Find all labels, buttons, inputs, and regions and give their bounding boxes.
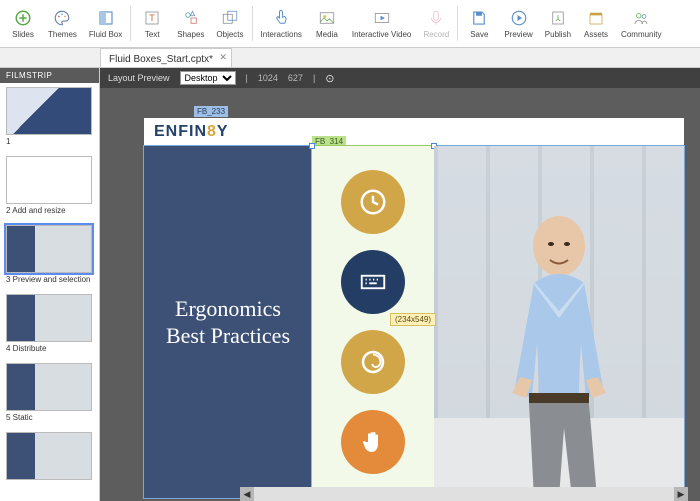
scroll-right-icon[interactable]: ▶ (674, 487, 688, 501)
person-graphic (474, 198, 644, 498)
shapes-button[interactable]: Shapes (171, 0, 210, 47)
publish-icon (549, 8, 567, 28)
objects-icon (221, 8, 239, 28)
sep: | (246, 73, 248, 83)
fluidbox-button[interactable]: Fluid Box (83, 0, 128, 47)
text-button[interactable]: T Text (133, 0, 171, 47)
scroll-track[interactable] (254, 487, 674, 501)
sep: | (313, 73, 315, 83)
play-icon[interactable]: ⊙ (325, 72, 334, 85)
slide-thumb[interactable]: 1 (6, 87, 93, 146)
people-icon (632, 8, 650, 28)
media-button[interactable]: Media (308, 0, 346, 47)
tab-title: Fluid Boxes_Start.cptx* (109, 54, 213, 65)
document-tab[interactable]: Fluid Boxes_Start.cptx* ✕ (100, 48, 232, 67)
photo-panel[interactable] (434, 146, 684, 498)
mic-icon (427, 8, 445, 28)
video-icon (373, 8, 391, 28)
logo: ENFIN8Y (154, 123, 229, 141)
ribbon-label: Media (316, 30, 338, 39)
palette-icon (53, 8, 71, 28)
separator (252, 6, 253, 41)
text-icon: T (143, 8, 161, 28)
ribbon-label: Fluid Box (89, 30, 122, 39)
horizontal-scrollbar[interactable]: ◀ ▶ (240, 487, 688, 501)
save-icon (470, 8, 488, 28)
ribbon-label: Assets (584, 30, 608, 39)
slide-thumb[interactable]: 2 Add and resize (6, 156, 93, 215)
ribbon-label: Themes (48, 30, 77, 39)
hand-icon[interactable] (341, 410, 405, 474)
workspace: FILMSTRIP 1 2 Add and resize 3 Preview a… (0, 68, 700, 501)
preview-width: 1024 (258, 73, 278, 83)
keyboard-icon[interactable] (341, 250, 405, 314)
ribbon-label: Slides (12, 30, 34, 39)
publish-button[interactable]: Publish (539, 0, 577, 47)
ribbon-label: Community (621, 30, 661, 39)
slide-thumb[interactable]: 5 Static (6, 363, 93, 422)
title-panel[interactable]: Ergonomics Best Practices (144, 146, 312, 498)
community-button[interactable]: Community (615, 0, 667, 47)
separator (457, 6, 458, 41)
slide-title: Ergonomics Best Practices (154, 295, 302, 350)
ribbon-label: Interactions (261, 30, 302, 39)
image-icon (318, 8, 336, 28)
thumb-label: 3 Preview and selection (6, 275, 93, 284)
hand-tap-icon (272, 8, 290, 28)
brand-bar: FB_233 ENFIN8Y FB_314 (144, 118, 684, 146)
preview-button[interactable]: Preview (498, 0, 538, 47)
record-button[interactable]: Record (417, 0, 455, 47)
slide-stage[interactable]: FB_233 ENFIN8Y FB_314 Ergonomics Best Pr… (144, 118, 684, 498)
ribbon: Slides Themes Fluid Box T Text Shapes Ob… (0, 0, 700, 48)
separator (130, 6, 131, 41)
filmstrip-header: FILMSTRIP (0, 68, 99, 83)
ribbon-label: Objects (216, 30, 243, 39)
thumb-label: 2 Add and resize (6, 206, 93, 215)
filmstrip-panel: FILMSTRIP 1 2 Add and resize 3 Preview a… (0, 68, 100, 501)
thumb-label: 5 Static (6, 413, 93, 422)
clock-icon[interactable] (341, 170, 405, 234)
layout-preview-label: Layout Preview (108, 73, 170, 83)
fluidbox-tag[interactable]: FB_233 (194, 106, 228, 117)
close-icon[interactable]: ✕ (219, 52, 227, 63)
save-button[interactable]: Save (460, 0, 498, 47)
shapes-icon (182, 8, 200, 28)
slide-thumb[interactable]: 4 Distribute (6, 294, 93, 353)
ribbon-label: Save (470, 30, 488, 39)
objects-button[interactable]: Objects (210, 0, 249, 47)
fluidbox-icon (97, 8, 115, 28)
layout-preview-bar: Layout Preview Desktop | 1024 627 | ⊙ (100, 68, 700, 88)
preview-height: 627 (288, 73, 303, 83)
play-icon (510, 8, 528, 28)
thumb-label: 1 (6, 137, 93, 146)
canvas-area: Layout Preview Desktop | 1024 627 | ⊙ FB… (100, 68, 700, 501)
ribbon-label: Publish (545, 30, 571, 39)
filmstrip-thumbs[interactable]: 1 2 Add and resize 3 Preview and selecti… (0, 83, 99, 501)
ribbon-label: Record (423, 30, 449, 39)
slides-button[interactable]: Slides (4, 0, 42, 47)
assets-button[interactable]: Assets (577, 0, 615, 47)
thumb-label: 4 Distribute (6, 344, 93, 353)
slide-thumb[interactable] (6, 432, 93, 480)
resize-handle[interactable] (309, 143, 315, 149)
swirl-icon[interactable] (341, 330, 405, 394)
document-tabbar: Fluid Boxes_Start.cptx* ✕ (0, 48, 700, 68)
ribbon-label: Preview (504, 30, 532, 39)
ribbon-label: Shapes (177, 30, 204, 39)
interactions-button[interactable]: Interactions (255, 0, 308, 47)
plus-icon (14, 8, 32, 28)
ribbon-label: Interactive Video (352, 30, 411, 39)
assets-icon (587, 8, 605, 28)
slide-thumb[interactable]: 3 Preview and selection (6, 225, 93, 284)
device-select[interactable]: Desktop (180, 71, 236, 85)
ribbon-label: Text (145, 30, 160, 39)
interactive-video-button[interactable]: Interactive Video (346, 0, 417, 47)
themes-button[interactable]: Themes (42, 0, 83, 47)
svg-text:T: T (150, 13, 156, 23)
scroll-left-icon[interactable]: ◀ (240, 487, 254, 501)
dimension-hint: (234x549) (390, 313, 436, 326)
